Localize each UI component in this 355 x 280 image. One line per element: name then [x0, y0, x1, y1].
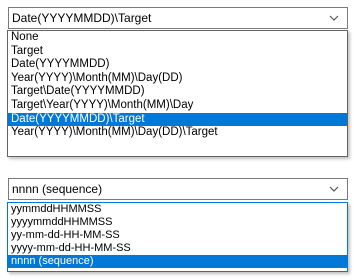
list-item[interactable]: Target\Date(YYYYMMDD)	[8, 85, 347, 99]
list-item[interactable]: yyyy-mm-dd-HH-MM-SS	[8, 242, 347, 255]
list-item[interactable]: Year(YYYY)\Month(MM)\Day(DD)	[8, 72, 347, 86]
folder-structure-dropdown[interactable]: Date(YYYYMMDD)\Target	[8, 7, 348, 29]
file-naming-value: nnnn (sequence)	[12, 182, 103, 196]
chevron-down-icon[interactable]	[329, 13, 339, 23]
list-item[interactable]: Target\Year(YYYY)\Month(MM)\Day	[8, 99, 347, 113]
list-item[interactable]: yymmddHHMMSS	[8, 203, 347, 216]
chevron-down-icon[interactable]	[329, 184, 339, 194]
list-item-selected[interactable]: nnnn (sequence)	[8, 255, 347, 268]
folder-structure-value: Date(YYYYMMDD)\Target	[12, 11, 152, 25]
list-item[interactable]: Target	[8, 45, 347, 59]
list-item[interactable]: Year(YYYY)\Month(MM)\Day(DD)\Target	[8, 126, 347, 140]
list-item[interactable]: yy-mm-dd-HH-MM-SS	[8, 229, 347, 242]
list-item[interactable]: yyyymmddHHMMSS	[8, 216, 347, 229]
list-item[interactable]: Date(YYYYMMDD)	[8, 58, 347, 72]
file-naming-dropdown[interactable]: nnnn (sequence)	[8, 178, 348, 200]
folder-structure-list: None Target Date(YYYYMMDD) Year(YYYY)\Mo…	[7, 30, 348, 157]
file-naming-list: yymmddHHMMSS yyyymmddHHMMSS yy-mm-dd-HH-…	[7, 202, 348, 272]
list-item-selected[interactable]: Date(YYYYMMDD)\Target	[8, 112, 347, 127]
list-item[interactable]: None	[8, 31, 347, 45]
